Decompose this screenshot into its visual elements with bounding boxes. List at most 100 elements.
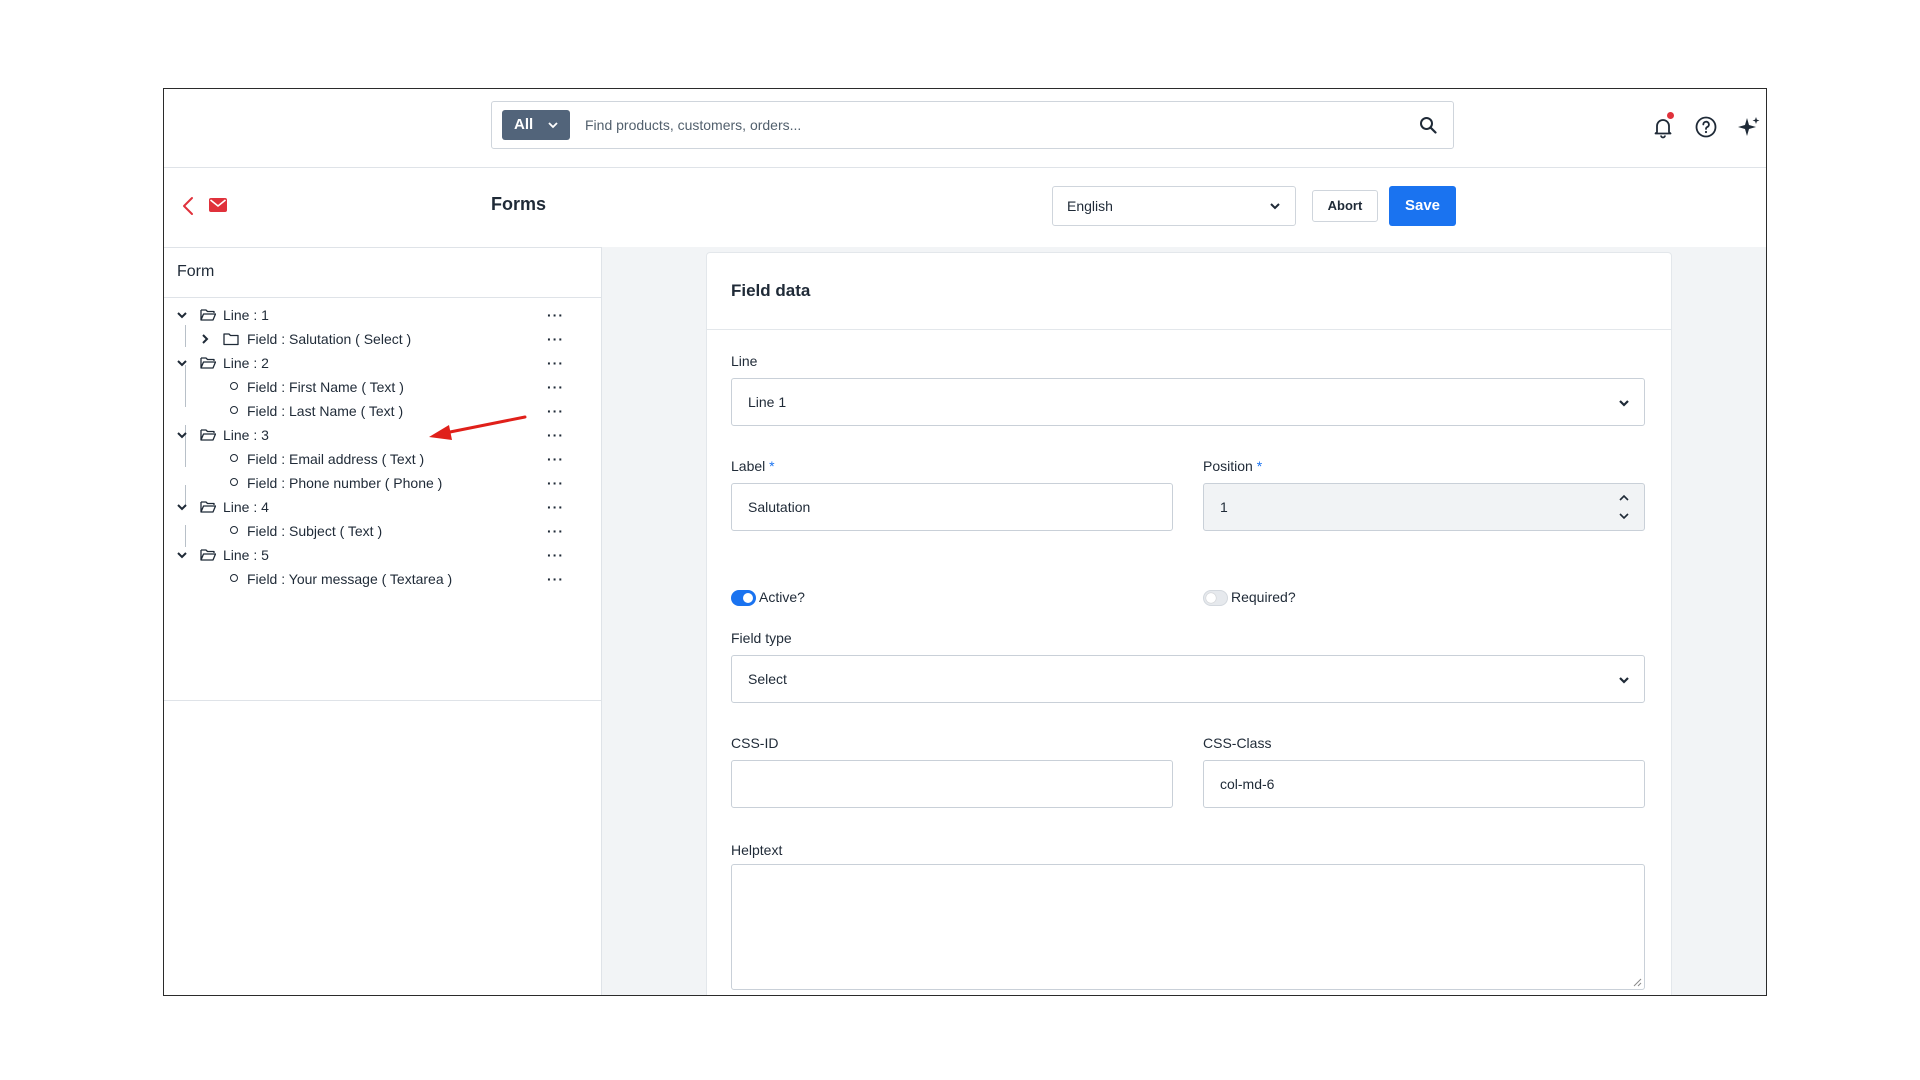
tree-node-label: Field : Subject ( Text ) xyxy=(247,523,383,539)
chevron-down-icon[interactable] xyxy=(176,549,188,561)
tree-node-label: Line : 4 xyxy=(223,499,269,515)
detail-area: Field data Line Line 1 Label * Salutatio… xyxy=(602,247,1766,995)
resize-handle-icon[interactable] xyxy=(1633,978,1642,987)
tree-node-field[interactable]: Field : Email address ( Text ) ··· xyxy=(164,447,601,471)
tree-node-line[interactable]: Line : 2 ··· xyxy=(164,351,601,375)
language-select-value: English xyxy=(1067,198,1113,214)
tree-node-field[interactable]: Field : Your message ( Textarea ) ··· xyxy=(164,567,601,591)
abort-button[interactable]: Abort xyxy=(1312,190,1378,222)
field-type-select[interactable]: Select xyxy=(731,655,1645,703)
tree-node-line[interactable]: Line : 1 ··· xyxy=(164,303,601,327)
bullet-icon xyxy=(230,574,238,582)
more-options-icon[interactable]: ··· xyxy=(547,543,564,567)
search-scope-dropdown[interactable]: All xyxy=(502,110,570,140)
notification-dot xyxy=(1667,112,1674,119)
active-label: Active? xyxy=(759,589,805,605)
envelope-icon xyxy=(209,198,227,212)
search-icon[interactable] xyxy=(1419,116,1437,134)
folder-open-icon xyxy=(200,549,216,561)
page-title: Forms xyxy=(491,194,547,214)
required-label: Required? xyxy=(1231,589,1296,605)
helptext-label: Helptext xyxy=(731,842,783,858)
tree-node-label: Line : 3 xyxy=(223,427,269,443)
required-toggle[interactable] xyxy=(1203,590,1228,606)
card-title: Field data xyxy=(707,253,1671,330)
top-bar: All Find products, customers, orders... xyxy=(164,89,1766,168)
more-options-icon[interactable]: ··· xyxy=(547,567,564,591)
position-label-text: Position xyxy=(1203,458,1253,474)
field-type-label: Field type xyxy=(731,630,792,646)
line-select[interactable]: Line 1 xyxy=(731,378,1645,426)
line-label: Line xyxy=(731,353,758,369)
field-data-card: Field data Line Line 1 Label * Salutatio… xyxy=(706,252,1672,995)
required-mark: * xyxy=(769,458,775,474)
chevron-down-icon xyxy=(548,110,558,152)
language-select[interactable]: English xyxy=(1052,186,1296,226)
tree-node-label: Field : Salutation ( Select ) xyxy=(247,331,412,347)
save-button[interactable]: Save xyxy=(1389,186,1456,226)
bullet-icon xyxy=(230,526,238,534)
chevron-down-icon[interactable] xyxy=(176,357,188,369)
tree-header: Form xyxy=(164,247,601,298)
tree-node-line[interactable]: Line : 4 ··· xyxy=(164,495,601,519)
tree-node-label: Field : Last Name ( Text ) xyxy=(247,403,404,419)
helptext-textarea[interactable] xyxy=(731,864,1645,990)
more-options-icon[interactable]: ··· xyxy=(547,375,564,399)
css-id-input[interactable] xyxy=(731,760,1173,808)
more-options-icon[interactable]: ··· xyxy=(547,399,564,423)
toggle-knob xyxy=(1206,593,1216,603)
folder-open-icon xyxy=(200,501,216,513)
tree-node-label: Line : 2 xyxy=(223,355,269,371)
bell-icon[interactable] xyxy=(1651,112,1675,139)
more-options-icon[interactable]: ··· xyxy=(547,495,564,519)
more-options-icon[interactable]: ··· xyxy=(547,303,564,327)
search-scope-label: All xyxy=(514,116,534,133)
more-options-icon[interactable]: ··· xyxy=(547,471,564,495)
chevron-down-icon xyxy=(1270,203,1280,210)
chevron-down-icon[interactable] xyxy=(176,501,188,513)
sparkle-icon[interactable] xyxy=(1737,115,1761,139)
chevron-down-icon xyxy=(1619,677,1629,684)
help-icon[interactable] xyxy=(1694,115,1718,139)
chevron-down-icon[interactable] xyxy=(176,429,188,441)
tree-node-field[interactable]: Field : Phone number ( Phone ) ··· xyxy=(164,471,601,495)
chevron-down-icon xyxy=(1619,400,1629,407)
more-options-icon[interactable]: ··· xyxy=(547,447,564,471)
position-value: 1 xyxy=(1220,499,1228,515)
tree-node-field[interactable]: Field : First Name ( Text ) ··· xyxy=(164,375,601,399)
css-id-label: CSS-ID xyxy=(731,735,779,751)
chevron-right-icon[interactable] xyxy=(199,333,211,345)
tree-node-line[interactable]: Line : 3 ··· xyxy=(164,423,601,447)
more-options-icon[interactable]: ··· xyxy=(547,519,564,543)
position-input[interactable]: 1 xyxy=(1203,483,1645,531)
tree-node-field[interactable]: Field : Subject ( Text ) ··· xyxy=(164,519,601,543)
app-window: All Find products, customers, orders... xyxy=(163,88,1767,996)
tree-node-label: Field : Email address ( Text ) xyxy=(247,451,425,467)
more-options-icon[interactable]: ··· xyxy=(547,423,564,447)
annotation-arrow-icon xyxy=(429,415,527,440)
tree-node-field[interactable]: Field : Last Name ( Text ) ··· xyxy=(164,399,601,423)
tree-node-field[interactable]: Field : Salutation ( Select ) ··· xyxy=(164,327,601,351)
bullet-icon xyxy=(230,382,238,390)
form-tree-panel: Form Line : 1 ··· Field : Salutation ( S… xyxy=(164,247,602,995)
bullet-icon xyxy=(230,478,238,486)
label-field-label-text: Label xyxy=(731,458,766,474)
line-select-value: Line 1 xyxy=(748,394,787,410)
more-options-icon[interactable]: ··· xyxy=(547,351,564,375)
tree-node-label: Field : Your message ( Textarea ) xyxy=(247,571,453,587)
search-input[interactable]: Find products, customers, orders... xyxy=(585,102,801,148)
more-options-icon[interactable]: ··· xyxy=(547,327,564,351)
tree-node-line[interactable]: Line : 5 ··· xyxy=(164,543,601,567)
toggle-knob xyxy=(743,593,753,603)
required-mark: * xyxy=(1256,458,1263,474)
tree-panel-divider xyxy=(164,700,601,701)
folder-open-icon xyxy=(200,309,216,321)
bullet-icon xyxy=(230,406,238,414)
css-class-input[interactable]: col-md-6 xyxy=(1203,760,1645,808)
active-toggle[interactable] xyxy=(731,590,756,606)
chevron-down-icon[interactable] xyxy=(176,309,188,321)
spinner-arrows-icon[interactable] xyxy=(1618,492,1630,522)
back-arrow-icon[interactable] xyxy=(181,195,195,217)
tree-node-label: Field : Phone number ( Phone ) xyxy=(247,475,443,491)
label-input[interactable]: Salutation xyxy=(731,483,1173,531)
